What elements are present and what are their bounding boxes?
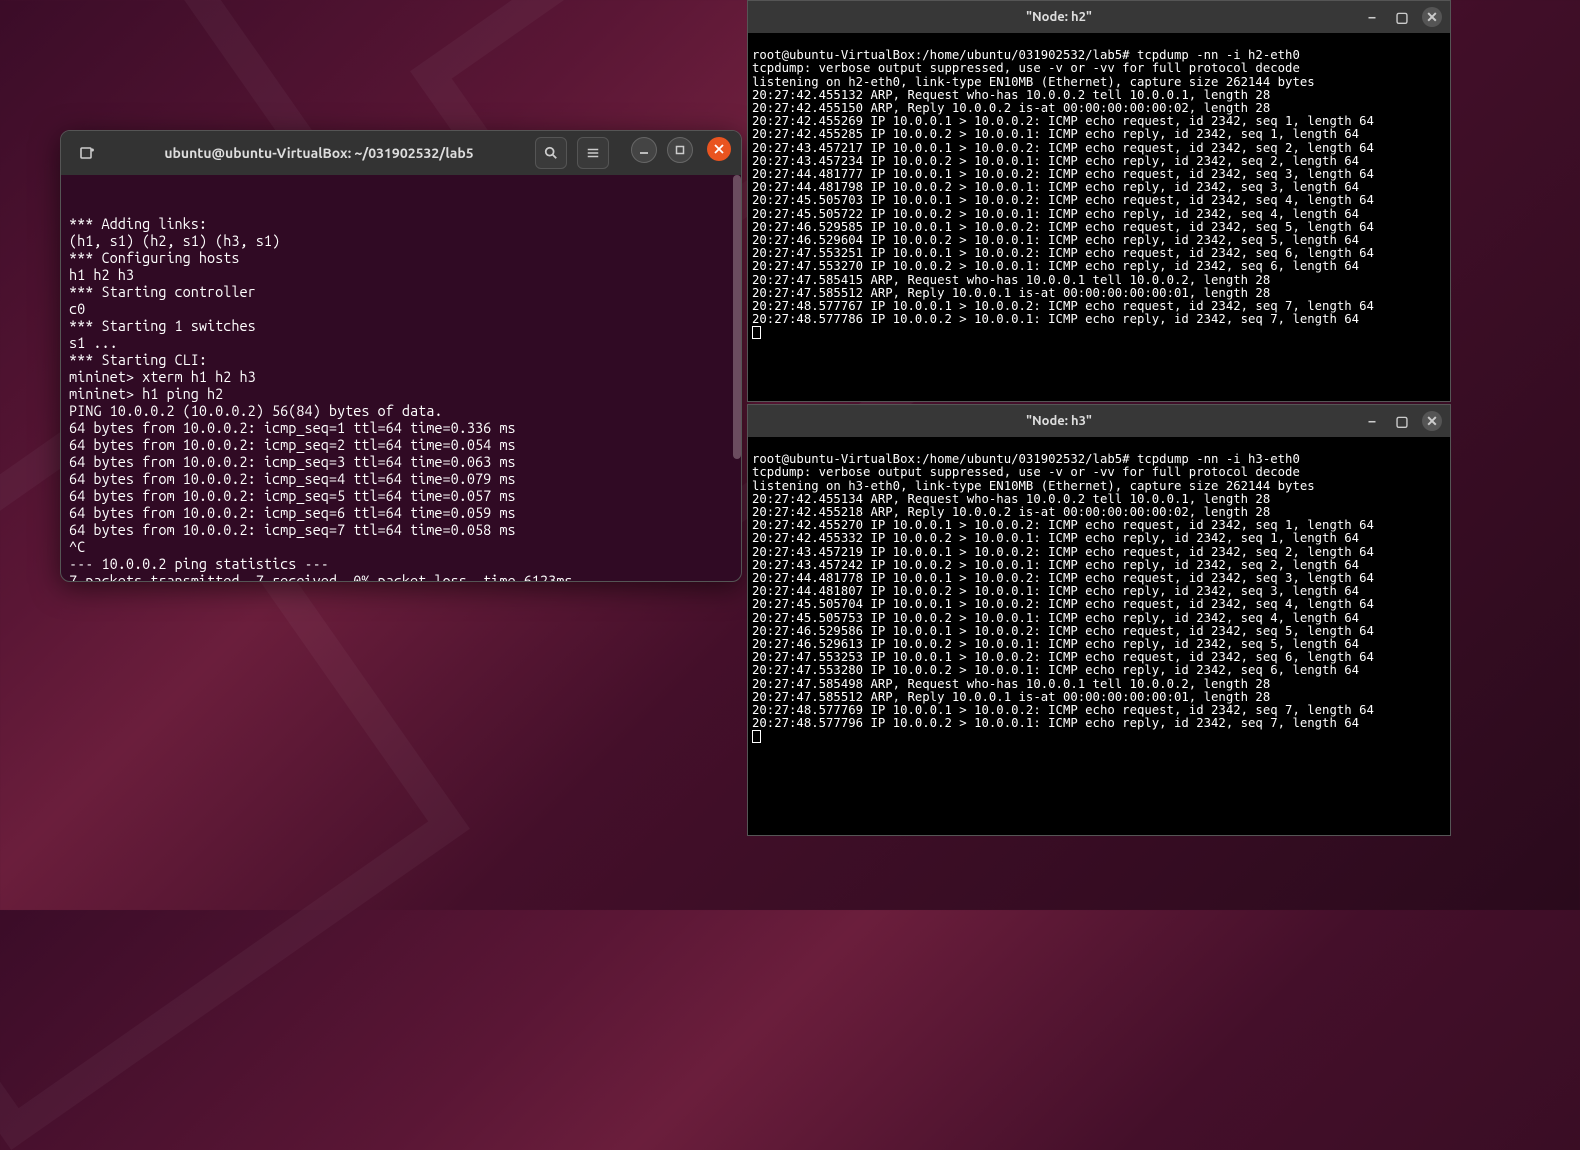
window-title: "Node: h3"	[756, 414, 1362, 428]
close-button[interactable]: ✕	[1422, 7, 1442, 27]
close-button[interactable]	[707, 137, 731, 161]
menu-icon	[586, 146, 600, 160]
search-icon	[544, 146, 558, 160]
prompt-line: root@ubuntu-VirtualBox:/home/ubuntu/0319…	[752, 48, 1300, 62]
gnome-terminal-window[interactable]: ubuntu@ubuntu-VirtualBox: ~/031902532/la…	[60, 130, 742, 582]
gnome-titlebar[interactable]: ubuntu@ubuntu-VirtualBox: ~/031902532/la…	[61, 131, 741, 175]
prompt-line: root@ubuntu-VirtualBox:/home/ubuntu/0319…	[752, 452, 1300, 466]
terminal-text: tcpdump: verbose output suppressed, use …	[752, 62, 1446, 326]
close-icon: ✕	[1426, 413, 1438, 430]
maximize-button[interactable]	[667, 137, 693, 163]
maximize-icon	[675, 145, 685, 155]
minimize-icon: –	[1369, 9, 1376, 25]
maximize-button[interactable]: ▢	[1392, 7, 1412, 27]
cursor	[752, 730, 761, 743]
minimize-button[interactable]	[631, 137, 657, 163]
scrollbar[interactable]	[733, 175, 741, 459]
new-tab-button[interactable]	[71, 137, 103, 169]
window-title: "Node: h2"	[756, 10, 1362, 24]
minimize-button[interactable]: –	[1362, 411, 1382, 431]
search-button[interactable]	[535, 137, 567, 169]
xterm-titlebar[interactable]: "Node: h3" – ▢ ✕	[748, 405, 1450, 437]
terminal-output[interactable]: *** Adding links: (h1, s1) (h2, s1) (h3,…	[61, 175, 741, 581]
terminal-text: *** Adding links: (h1, s1) (h2, s1) (h3,…	[69, 215, 733, 581]
close-icon	[714, 144, 724, 154]
terminal-output[interactable]: root@ubuntu-VirtualBox:/home/ubuntu/0319…	[748, 33, 1450, 401]
terminal-text: tcpdump: verbose output suppressed, use …	[752, 466, 1446, 730]
maximize-icon: ▢	[1395, 413, 1408, 430]
close-icon: ✕	[1426, 9, 1438, 26]
minimize-button[interactable]: –	[1362, 7, 1382, 27]
xterm-titlebar[interactable]: "Node: h2" – ▢ ✕	[748, 1, 1450, 33]
xterm-window-h2[interactable]: "Node: h2" – ▢ ✕ root@ubuntu-VirtualBox:…	[747, 0, 1451, 402]
maximize-button[interactable]: ▢	[1392, 411, 1412, 431]
window-title: ubuntu@ubuntu-VirtualBox: ~/031902532/la…	[105, 145, 533, 161]
cursor	[752, 326, 761, 339]
hamburger-menu-button[interactable]	[577, 137, 609, 169]
terminal-output[interactable]: root@ubuntu-VirtualBox:/home/ubuntu/0319…	[748, 437, 1450, 835]
xterm-window-h3[interactable]: "Node: h3" – ▢ ✕ root@ubuntu-VirtualBox:…	[747, 404, 1451, 836]
minimize-icon: –	[1369, 413, 1376, 429]
minimize-icon	[639, 145, 649, 155]
maximize-icon: ▢	[1395, 9, 1408, 26]
close-button[interactable]: ✕	[1422, 411, 1442, 431]
